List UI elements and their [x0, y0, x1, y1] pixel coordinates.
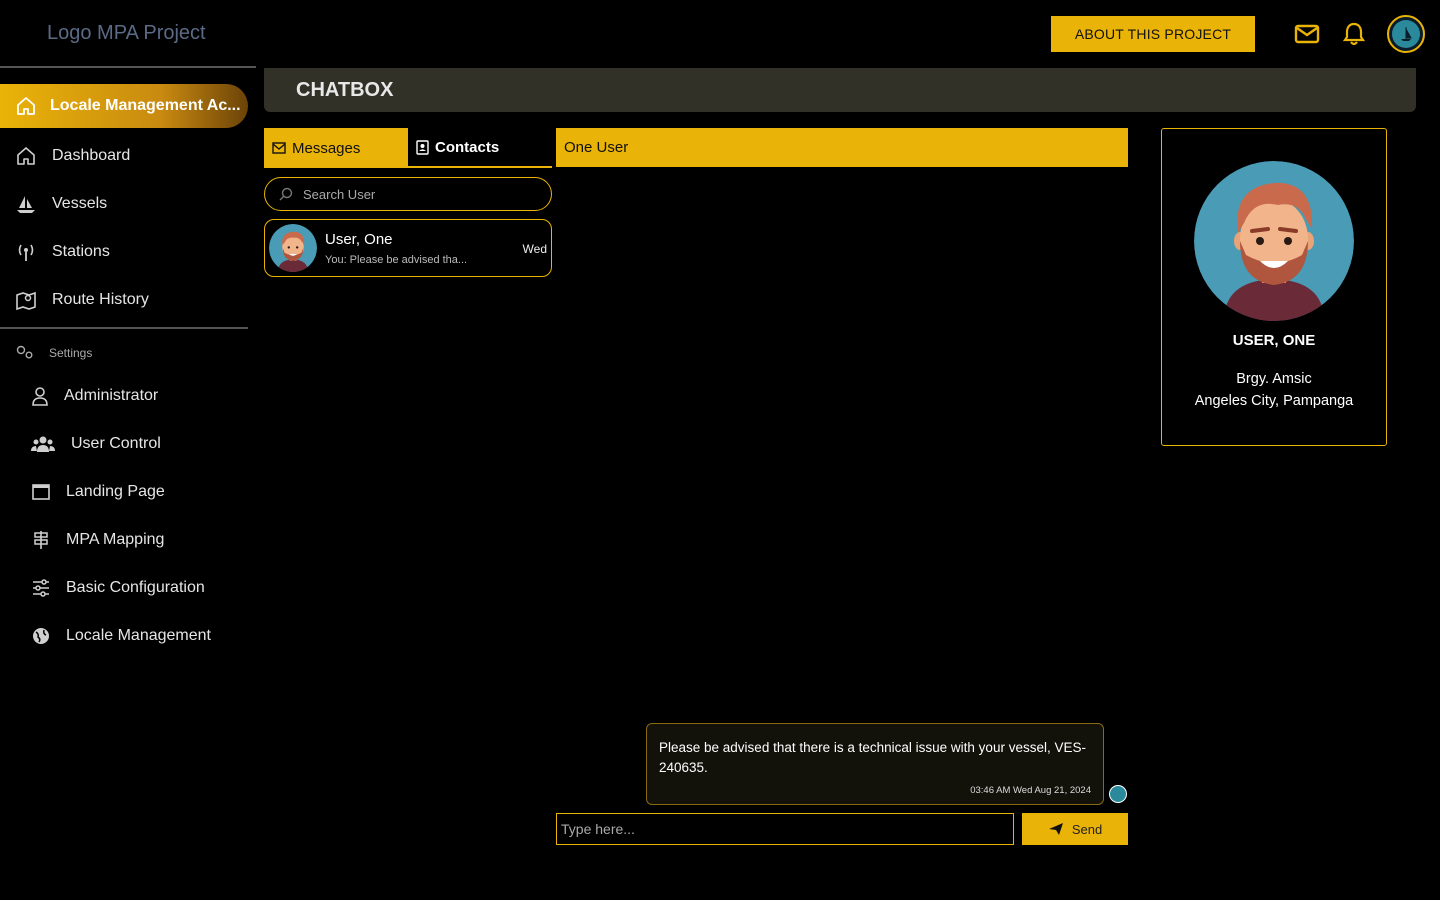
profile-card: USER, ONE Brgy. Amsic Angeles City, Pamp… — [1161, 128, 1387, 446]
sailboat-icon — [14, 192, 38, 216]
chat-header: One User — [556, 128, 1128, 167]
sidebar-item-label: User Control — [71, 435, 161, 452]
search-box[interactable] — [264, 177, 552, 211]
envelope-icon — [272, 142, 286, 154]
contact-avatar — [269, 224, 317, 272]
home-icon — [14, 144, 38, 168]
sidebar-item-vessels[interactable]: Vessels — [14, 189, 107, 219]
search-icon — [279, 187, 293, 201]
chat-message-bubble: Please be advised that there is a techni… — [646, 723, 1104, 805]
mail-icon[interactable] — [1293, 20, 1321, 48]
sidebar-item-locale-management[interactable]: Locale Management — [29, 621, 211, 651]
home-icon — [14, 94, 38, 118]
contact-last-active-day: Wed — [522, 242, 547, 256]
sidebar-item-label: Route History — [52, 291, 149, 308]
sidebar-item-stations[interactable]: Stations — [14, 237, 110, 267]
sidebar-item-label: Dashboard — [52, 147, 131, 164]
tab-label: Contacts — [435, 138, 500, 156]
sidebar-item-route-history[interactable]: Route History — [14, 285, 149, 315]
sidebar-item-label: Landing Page — [66, 483, 165, 500]
sidebar-item-label: Locale Management — [66, 627, 211, 644]
signpost-icon — [29, 528, 53, 552]
sidebar-divider — [0, 327, 248, 329]
sidebar-divider — [0, 66, 256, 68]
search-input[interactable] — [303, 186, 523, 202]
sidebar-item-label: MPA Mapping — [66, 531, 165, 548]
sidebar-item-label: Basic Configuration — [66, 579, 205, 596]
window-icon — [29, 480, 53, 504]
sidebar-item-locale-management-active[interactable]: Locale Management Ac... — [0, 84, 248, 128]
address-book-icon — [416, 139, 429, 155]
page-title: CHATBOX — [296, 78, 394, 101]
user-avatar[interactable] — [1387, 15, 1425, 53]
bell-icon[interactable] — [1340, 20, 1368, 48]
contact-name: User, One — [325, 230, 393, 248]
user-icon — [28, 384, 52, 408]
sidebar-item-user-control[interactable]: User Control — [31, 429, 161, 459]
chat-recipient-name: One User — [564, 139, 629, 156]
tab-contacts[interactable]: Contacts — [408, 128, 552, 168]
sidebar-item-label: Stations — [52, 243, 110, 260]
sender-avatar — [1109, 785, 1127, 803]
sidebar-item-administrator[interactable]: Administrator — [28, 381, 158, 411]
sidebar-item-label: Locale Management Ac... — [50, 97, 241, 114]
sidebar-item-landing-page[interactable]: Landing Page — [29, 477, 165, 507]
tab-label: Messages — [292, 139, 361, 157]
send-label: Send — [1071, 821, 1103, 837]
paper-plane-icon — [1048, 822, 1064, 836]
message-input[interactable] — [556, 813, 1014, 845]
send-button[interactable]: Send — [1022, 813, 1128, 845]
sidebar-item-label: Vessels — [52, 195, 108, 212]
sidebar-item-label: Administrator — [64, 387, 159, 404]
about-project-button[interactable]: ABOUT THIS PROJECT — [1051, 16, 1255, 52]
sliders-icon — [29, 576, 53, 600]
profile-name: USER, ONE — [1232, 332, 1316, 349]
sidebar-item-dashboard[interactable]: Dashboard — [14, 141, 130, 171]
profile-avatar — [1194, 161, 1354, 321]
map-pin-icon — [14, 288, 38, 312]
sidebar-item-mpa-mapping[interactable]: MPA Mapping — [29, 525, 164, 555]
contact-list-item[interactable]: User, One You: Please be advised tha... … — [264, 219, 552, 277]
chat-message-timestamp: 03:46 AM Wed Aug 21, 2024 — [970, 785, 1091, 796]
app-logo[interactable]: Logo MPA Project — [47, 22, 206, 45]
gears-icon — [14, 342, 36, 362]
page-header: CHATBOX — [264, 68, 1416, 112]
profile-address-line2: Angeles City, Pampanga — [1194, 393, 1354, 409]
globe-icon — [29, 624, 53, 648]
settings-section-label: Settings — [49, 346, 93, 360]
contact-message-preview: You: Please be advised tha... — [325, 253, 468, 266]
sidebar-item-basic-configuration[interactable]: Basic Configuration — [29, 573, 205, 603]
profile-address-line1: Brgy. Amsic — [1236, 371, 1312, 387]
antenna-icon — [14, 240, 38, 264]
users-icon — [31, 432, 55, 456]
tab-messages[interactable]: Messages — [264, 128, 408, 168]
chat-message-text: Please be advised that there is a techni… — [659, 740, 1086, 775]
